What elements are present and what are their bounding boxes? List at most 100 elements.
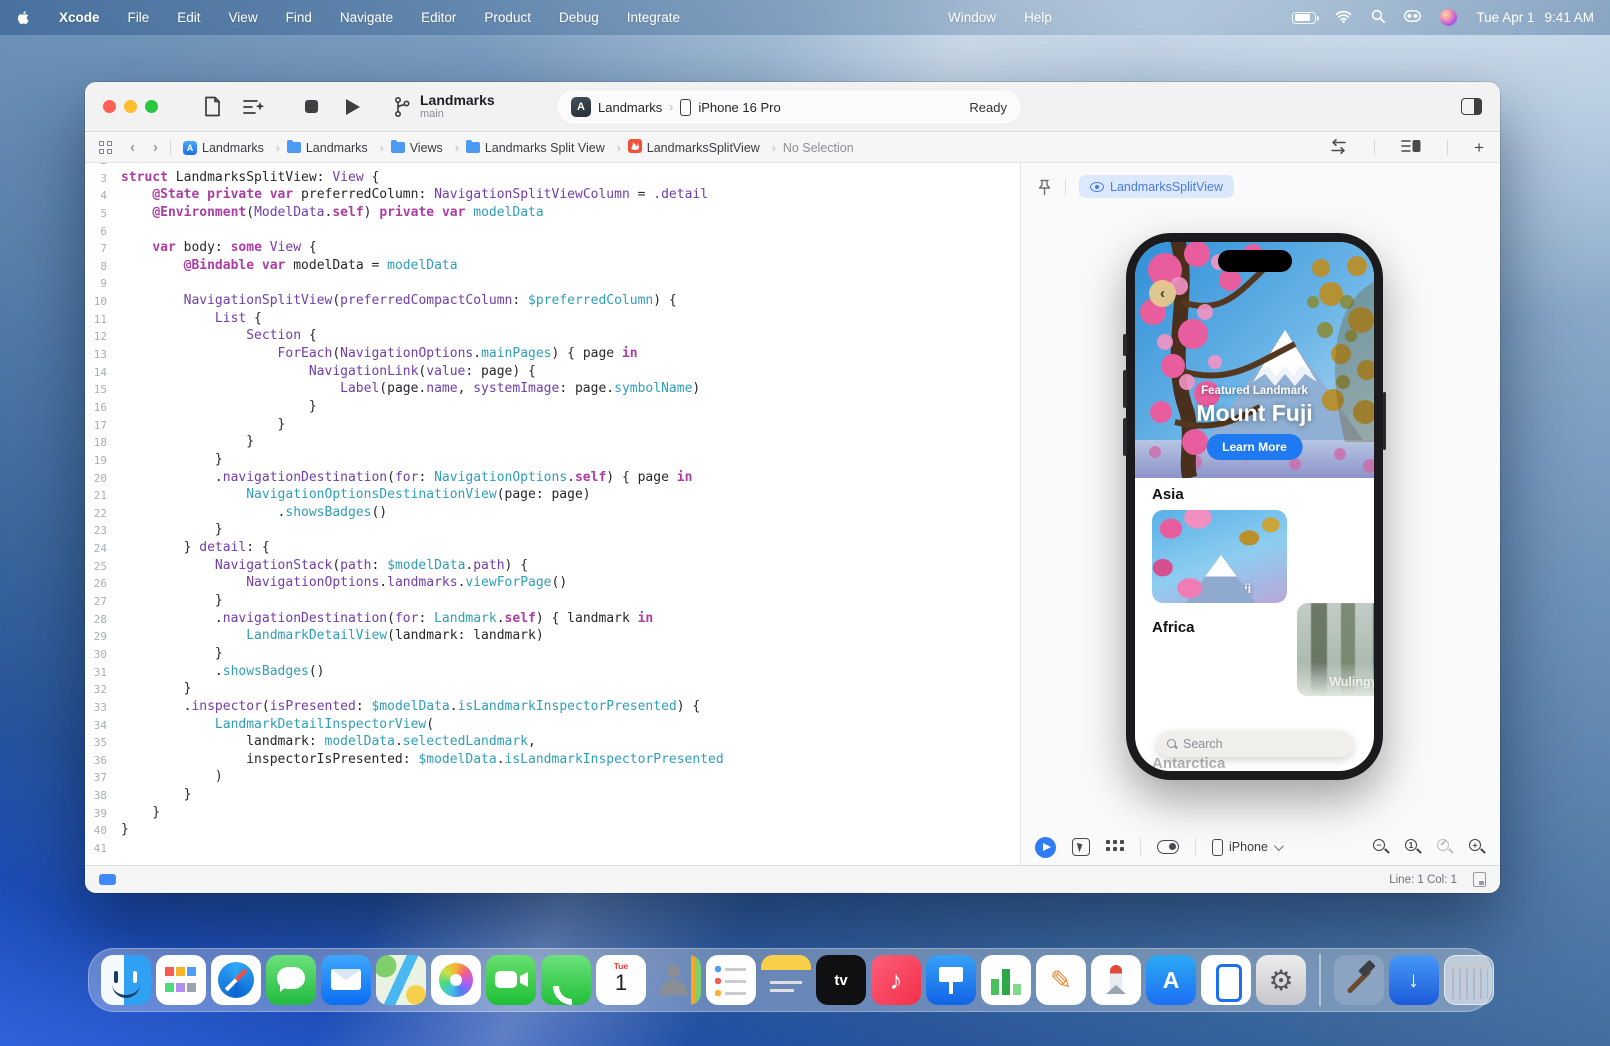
close-window-button[interactable]: [103, 100, 116, 113]
code-line[interactable]: 23 }: [85, 521, 1020, 539]
crumb-group-landmarks[interactable]: Landmarks: [287, 141, 384, 155]
dock-xcode-icon[interactable]: [1334, 955, 1384, 1005]
code-line[interactable]: 36 inspectorIsPresented: $modelData.isLa…: [85, 751, 1020, 769]
wifi-icon[interactable]: [1335, 10, 1352, 26]
forward-button[interactable]: ›: [153, 139, 158, 156]
battery-icon[interactable]: [1292, 12, 1316, 24]
dock-appletv-icon[interactable]: tv: [816, 955, 866, 1005]
code-line[interactable]: 20 .navigationDestination(for: Navigatio…: [85, 469, 1020, 487]
variants-button[interactable]: [1106, 840, 1124, 854]
dock-pages-icon[interactable]: ✎: [1036, 955, 1086, 1005]
back-button[interactable]: ‹: [130, 139, 135, 156]
code-line[interactable]: 39 }: [85, 804, 1020, 822]
code-line[interactable]: 18 }: [85, 433, 1020, 451]
code-line[interactable]: 22 .showsBadges(): [85, 504, 1020, 522]
minimize-window-button[interactable]: [124, 100, 137, 113]
code-line[interactable]: 5 @Environment(ModelData.self) private v…: [85, 204, 1020, 222]
card-mount-fuji[interactable]: Mount Fuji: [1152, 510, 1287, 603]
control-center-icon[interactable]: [1404, 10, 1421, 25]
line-column-indicator[interactable]: Line: 1 Col: 1: [1389, 874, 1457, 886]
menu-item-integrate[interactable]: Integrate: [627, 10, 680, 25]
dock-iphone-mirroring-icon[interactable]: [1201, 955, 1251, 1005]
code-line[interactable]: 7 var body: some View {: [85, 239, 1020, 257]
related-items-icon[interactable]: [99, 141, 112, 154]
scheme-target[interactable]: Landmarks: [598, 100, 662, 115]
zoom-window-button[interactable]: [145, 100, 158, 113]
branch-name[interactable]: main: [420, 108, 495, 121]
dock-appstore-icon[interactable]: A: [1146, 955, 1196, 1005]
menu-item-window[interactable]: Window: [948, 10, 996, 25]
code-line[interactable]: 31 .showsBadges(): [85, 663, 1020, 681]
code-line[interactable]: 13 ForEach(NavigationOptions.mainPages) …: [85, 345, 1020, 363]
search-field[interactable]: Search: [1157, 731, 1353, 757]
code-line[interactable]: 32 }: [85, 680, 1020, 698]
zoom-actual-size-button[interactable]: 1: [1405, 839, 1422, 856]
project-title[interactable]: Landmarks: [420, 92, 495, 108]
code-pane[interactable]: 2 3 struct LandmarksSplitView: View { 4 …: [85, 163, 1020, 857]
code-line[interactable]: 28 .navigationDestination(for: Landmark.…: [85, 610, 1020, 628]
dock-phone-icon[interactable]: [541, 955, 591, 1005]
code-line[interactable]: 33 .inspector(isPresented: $modelData.is…: [85, 698, 1020, 716]
code-line[interactable]: 15 Label(page.name, systemImage: page.sy…: [85, 380, 1020, 398]
code-line[interactable]: 10 NavigationSplitView(preferredCompactC…: [85, 292, 1020, 310]
code-line[interactable]: 6: [85, 222, 1020, 240]
code-line[interactable]: 12 Section {: [85, 327, 1020, 345]
dock-launchpad-icon[interactable]: [156, 955, 206, 1005]
source-editor[interactable]: 2 3 struct LandmarksSplitView: View { 4 …: [85, 163, 1020, 865]
card-wulingyuan[interactable]: Wulingyuan: [1297, 603, 1374, 696]
dock-maps-icon[interactable]: [376, 955, 426, 1005]
code-line[interactable]: 9: [85, 274, 1020, 292]
preview-device-picker[interactable]: iPhone: [1212, 839, 1281, 856]
siri-icon[interactable]: [1440, 9, 1457, 26]
menu-item-debug[interactable]: Debug: [559, 10, 599, 25]
menu-item-editor[interactable]: Editor: [421, 10, 456, 25]
code-line[interactable]: 14 NavigationLink(value: page) {: [85, 363, 1020, 381]
new-document-icon[interactable]: [204, 96, 221, 117]
menu-item-edit[interactable]: Edit: [177, 10, 200, 25]
menu-date[interactable]: Tue Apr 1: [1476, 10, 1534, 25]
dock-keynote-icon[interactable]: [926, 955, 976, 1005]
zoom-in-button[interactable]: +: [1469, 839, 1486, 856]
scheme-device[interactable]: iPhone 16 Pro: [698, 100, 780, 115]
menu-item-file[interactable]: File: [128, 10, 150, 25]
crumb-project[interactable]: A Landmarks: [183, 141, 280, 155]
dock-finder-icon[interactable]: [101, 955, 151, 1005]
dock-facetime-icon[interactable]: [486, 955, 536, 1005]
apple-menu-icon[interactable]: [16, 10, 31, 25]
code-line[interactable]: 19 }: [85, 451, 1020, 469]
dock-mail-icon[interactable]: [321, 955, 371, 1005]
code-line[interactable]: 37 ): [85, 768, 1020, 786]
code-line[interactable]: 27 }: [85, 592, 1020, 610]
code-line[interactable]: 41: [85, 839, 1020, 857]
learn-more-button[interactable]: Learn More: [1206, 434, 1303, 460]
menu-item-product[interactable]: Product: [484, 10, 531, 25]
code-line[interactable]: 29 LandmarkDetailView(landmark: landmark…: [85, 627, 1020, 645]
dock-contacts-icon[interactable]: [651, 955, 701, 1005]
dock-reminders-icon[interactable]: [706, 955, 756, 1005]
code-line[interactable]: 40 }: [85, 821, 1020, 839]
code-line[interactable]: 30 }: [85, 645, 1020, 663]
coding-tools-sparkle-icon[interactable]: [243, 97, 265, 117]
device-settings-button[interactable]: [1157, 840, 1179, 854]
crumb-file[interactable]: LandmarksSplitView: [628, 139, 776, 156]
pin-preview-icon[interactable]: [1037, 179, 1052, 201]
dock-calendar-icon[interactable]: Tue 1: [596, 955, 646, 1005]
iphone-screen[interactable]: ‹ Featured Landmark Mount Fuji Learn Mor…: [1135, 242, 1374, 771]
code-line[interactable]: 21 NavigationOptionsDestinationView(page…: [85, 486, 1020, 504]
code-line[interactable]: 25 NavigationStack(path: $modelData.path…: [85, 557, 1020, 575]
run-button[interactable]: [346, 99, 360, 115]
crumb-group-split-view[interactable]: Landmarks Split View: [466, 141, 621, 155]
add-editor-icon[interactable]: +: [1474, 138, 1484, 158]
crumb-group-views[interactable]: Views: [391, 141, 459, 155]
live-preview-button[interactable]: [1035, 837, 1056, 858]
dock-messages-icon[interactable]: [266, 955, 316, 1005]
scheme-selector[interactable]: A Landmarks › iPhone 16 Pro Ready: [556, 89, 1022, 125]
code-review-icon[interactable]: [1329, 139, 1348, 157]
code-line[interactable]: 11 List {: [85, 310, 1020, 328]
code-line[interactable]: 16 }: [85, 398, 1020, 416]
dock-notes-icon[interactable]: [761, 955, 811, 1005]
document-status-icon[interactable]: [1473, 872, 1486, 887]
dock-system-settings-icon[interactable]: ⚙: [1256, 955, 1306, 1005]
code-line[interactable]: 26 NavigationOptions.landmarks.viewForPa…: [85, 574, 1020, 592]
crumb-selection[interactable]: No Selection: [783, 141, 854, 155]
